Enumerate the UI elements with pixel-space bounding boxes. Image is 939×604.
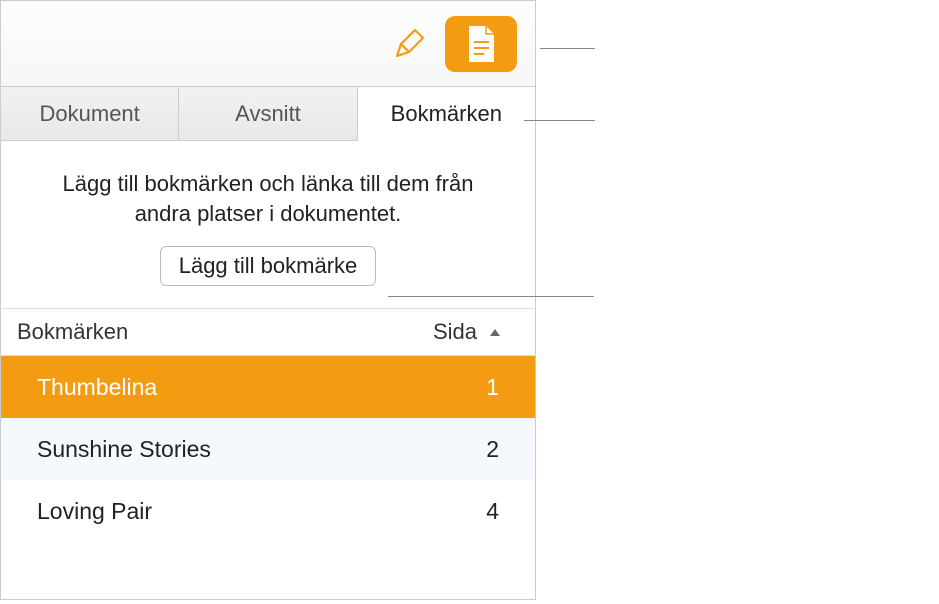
bookmark-page: 4	[475, 498, 535, 525]
document-settings-button[interactable]	[445, 16, 517, 72]
bookmark-page: 1	[475, 374, 535, 401]
callout-line	[524, 120, 595, 121]
tab-bar: Dokument Avsnitt Bokmärken	[1, 87, 535, 141]
inspector-panel: Dokument Avsnitt Bokmärken Lägg till bok…	[0, 0, 536, 600]
column-header-page-label: Sida	[433, 319, 477, 345]
tab-bookmarks[interactable]: Bokmärken	[358, 87, 535, 141]
callout-line	[388, 296, 594, 297]
format-brush-button[interactable]	[387, 22, 431, 66]
column-header-name[interactable]: Bokmärken	[1, 319, 425, 345]
toolbar	[1, 1, 535, 87]
add-bookmark-button[interactable]: Lägg till bokmärke	[160, 246, 377, 286]
tab-document[interactable]: Dokument	[1, 87, 179, 141]
bookmark-row[interactable]: Loving Pair 4	[1, 480, 535, 542]
bookmark-list-header: Bokmärken Sida	[1, 308, 535, 356]
column-header-page[interactable]: Sida	[425, 319, 535, 345]
bookmark-name: Thumbelina	[1, 374, 475, 401]
callout-line	[540, 48, 595, 49]
sort-ascending-icon	[489, 324, 501, 340]
document-icon	[464, 24, 498, 64]
bookmark-name: Loving Pair	[1, 498, 475, 525]
brush-icon	[391, 26, 427, 62]
bookmark-row[interactable]: Sunshine Stories 2	[1, 418, 535, 480]
instruction-text: Lägg till bokmärken och länka till dem f…	[1, 141, 535, 246]
tab-section[interactable]: Avsnitt	[179, 87, 357, 141]
bookmark-name: Sunshine Stories	[1, 436, 475, 463]
bookmark-row[interactable]: Thumbelina 1	[1, 356, 535, 418]
bookmark-page: 2	[475, 436, 535, 463]
